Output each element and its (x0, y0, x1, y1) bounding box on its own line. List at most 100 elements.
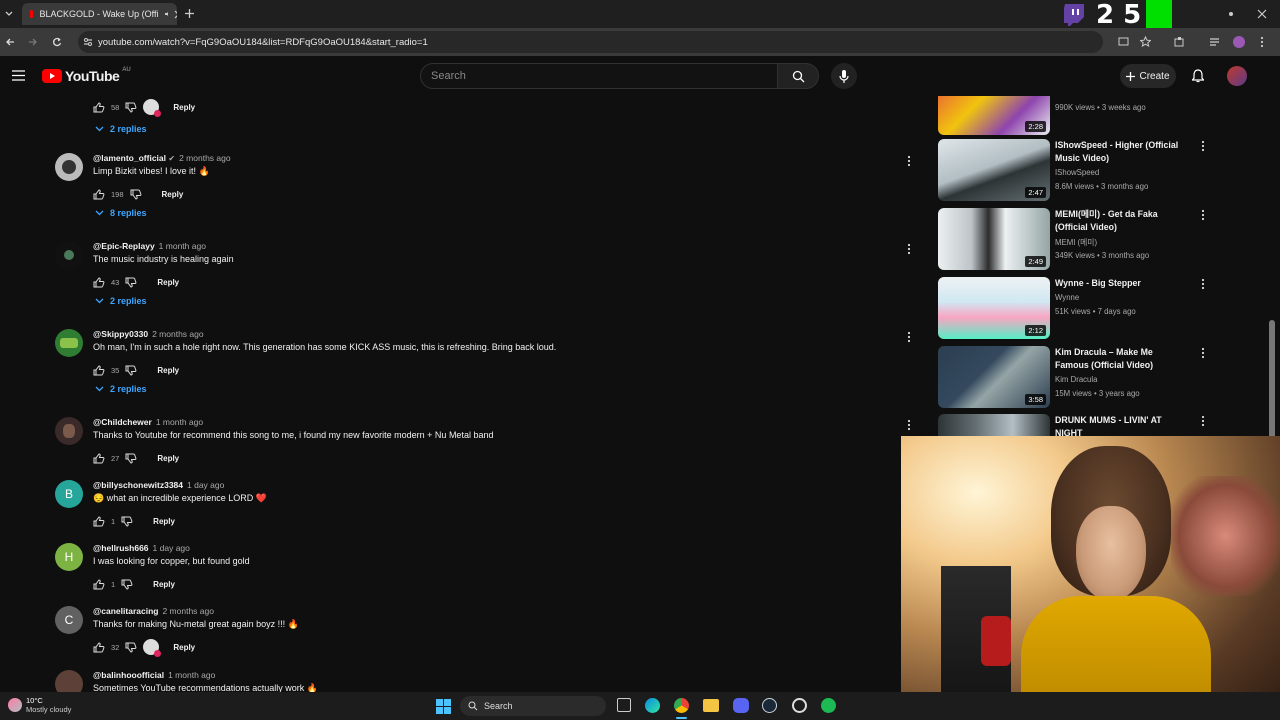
video-thumbnail[interactable]: 2:47 (938, 139, 1050, 201)
windows-start-icon[interactable] (436, 699, 451, 714)
comment-time[interactable]: 1 day ago (153, 543, 190, 553)
thumbs-down-icon[interactable] (125, 102, 137, 113)
edge-browser-icon[interactable] (645, 698, 660, 713)
youtube-logo[interactable]: YouTube AU (42, 67, 131, 84)
comment-time[interactable]: 1 month ago (168, 670, 215, 680)
bookmark-star-icon[interactable] (1140, 36, 1151, 47)
comment-time[interactable]: 2 months ago (162, 606, 214, 616)
video-menu-icon[interactable] (1200, 347, 1206, 359)
forward-arrow-icon[interactable] (28, 37, 38, 47)
reply-button[interactable]: Reply (173, 643, 195, 652)
create-button[interactable]: Create (1120, 64, 1176, 88)
comment-author[interactable]: @Skippy0330 (93, 329, 148, 339)
reading-list-icon[interactable] (1209, 37, 1220, 47)
scrollbar-thumb[interactable] (1269, 320, 1275, 440)
avatar[interactable] (55, 670, 83, 692)
thumbs-down-icon[interactable] (125, 453, 137, 464)
thumbs-down-icon[interactable] (125, 642, 137, 653)
thumbs-up-icon[interactable] (93, 101, 105, 113)
recommended-video[interactable]: 2:28 990K views • 3 weeks ago (938, 96, 1208, 135)
video-menu-icon[interactable] (1200, 415, 1206, 427)
spotify-icon[interactable] (821, 698, 836, 713)
page-scrollbar[interactable] (1268, 62, 1276, 440)
thumbs-up-icon[interactable] (93, 641, 105, 653)
comment-author[interactable]: @Childchewer (93, 417, 152, 427)
comment-time[interactable]: 2 months ago (152, 329, 204, 339)
search-input[interactable]: Search (420, 63, 778, 89)
avatar[interactable] (55, 153, 83, 181)
tab-list-chevron-icon[interactable] (4, 9, 14, 19)
avatar[interactable] (55, 417, 83, 445)
avatar[interactable]: C (55, 606, 83, 634)
thumbs-up-icon[interactable] (93, 452, 105, 464)
comment-menu-icon[interactable] (906, 155, 912, 167)
extensions-icon[interactable] (1174, 36, 1185, 47)
comment-author[interactable]: @balinhooofficial (93, 670, 164, 680)
hamburger-menu-icon[interactable] (12, 70, 25, 81)
weather-widget[interactable]: 10°C Mostly cloudy (8, 696, 71, 714)
taskbar-search[interactable]: Search (460, 696, 606, 716)
tab-close-icon[interactable] (174, 10, 177, 19)
replies-toggle[interactable]: 8 replies (95, 208, 147, 218)
reply-button[interactable]: Reply (153, 517, 175, 526)
reload-icon[interactable] (52, 37, 62, 47)
thumbs-down-icon[interactable] (125, 365, 137, 376)
replies-toggle[interactable]: 2 replies (95, 296, 147, 306)
thumbs-down-icon[interactable] (121, 579, 133, 590)
thumbs-up-icon[interactable] (93, 188, 105, 200)
video-thumbnail[interactable]: 2:12 (938, 277, 1050, 339)
video-thumbnail[interactable]: 3:58 (938, 346, 1050, 408)
thumbs-down-icon[interactable] (130, 189, 142, 200)
thumbs-down-icon[interactable] (125, 277, 137, 288)
video-title[interactable]: IShowSpeed - Higher (Official Music Vide… (1055, 139, 1185, 165)
profile-avatar[interactable] (1233, 36, 1245, 48)
steam-icon[interactable] (762, 698, 777, 713)
recommended-video[interactable]: 2:12 Wynne - Big Stepper Wynne 51K views… (938, 277, 1208, 339)
channel-name[interactable]: IShowSpeed (1055, 168, 1099, 177)
notifications-bell-icon[interactable] (1192, 69, 1204, 83)
comment-menu-icon[interactable] (906, 419, 912, 431)
recommended-video[interactable]: 2:49 MEMI(메미) - Get da Faka (Official Vi… (938, 208, 1208, 270)
comment-author[interactable]: @hellrush666 (93, 543, 149, 553)
reply-button[interactable]: Reply (157, 278, 179, 287)
url-field[interactable]: youtube.com/watch?v=FqG9OaOU184&list=RDF… (78, 31, 1103, 53)
video-menu-icon[interactable] (1200, 209, 1206, 221)
video-title[interactable]: Kim Dracula – Make Me Famous (Official V… (1055, 346, 1185, 372)
file-explorer-icon[interactable] (703, 699, 719, 712)
chrome-browser-icon[interactable] (674, 698, 689, 713)
thumbs-up-icon[interactable] (93, 364, 105, 376)
video-title[interactable]: DRUNK MUMS - LIVIN' AT NIGHT (1055, 414, 1185, 436)
replies-toggle[interactable]: 2 replies (95, 384, 147, 394)
window-close-icon[interactable] (1257, 9, 1267, 19)
thumbs-up-icon[interactable] (93, 515, 105, 527)
video-thumbnail[interactable]: 2:49 (938, 208, 1050, 270)
voice-search-button[interactable] (831, 63, 857, 89)
comment-author[interactable]: @billyschonewitz3384 (93, 480, 183, 490)
avatar[interactable] (55, 329, 83, 357)
avatar[interactable]: H (55, 543, 83, 571)
recommended-video[interactable]: 3:58 Kim Dracula – Make Me Famous (Offic… (938, 346, 1208, 408)
comment-menu-icon[interactable] (906, 243, 912, 255)
browser-tab-active[interactable]: BLACKGOLD - Wake Up (Offi (22, 3, 177, 25)
channel-name[interactable]: MEMI (메미) (1055, 237, 1097, 248)
comment-author[interactable]: @lamento_official (93, 153, 166, 163)
avatar[interactable] (55, 241, 83, 269)
comment-time[interactable]: 1 month ago (159, 241, 206, 251)
channel-name[interactable]: Kim Dracula (1055, 375, 1097, 384)
thumbs-up-icon[interactable] (93, 276, 105, 288)
reply-button[interactable]: Reply (173, 103, 195, 112)
thumbs-down-icon[interactable] (121, 516, 133, 527)
comment-time[interactable]: 2 months ago (179, 153, 231, 163)
recommended-video[interactable]: DRUNK MUMS - LIVIN' AT NIGHT (938, 414, 1208, 436)
back-arrow-icon[interactable] (5, 37, 15, 47)
avatar[interactable]: B (55, 480, 83, 508)
discord-icon[interactable] (733, 698, 749, 713)
video-thumbnail[interactable] (938, 414, 1050, 436)
video-thumbnail[interactable]: 2:28 (938, 96, 1050, 135)
search-button[interactable] (777, 63, 819, 89)
channel-name[interactable]: Wynne (1055, 293, 1079, 302)
reply-button[interactable]: Reply (162, 190, 184, 199)
browser-menu-icon[interactable] (1259, 36, 1265, 48)
video-menu-icon[interactable] (1200, 140, 1206, 152)
task-view-icon[interactable] (617, 698, 631, 712)
